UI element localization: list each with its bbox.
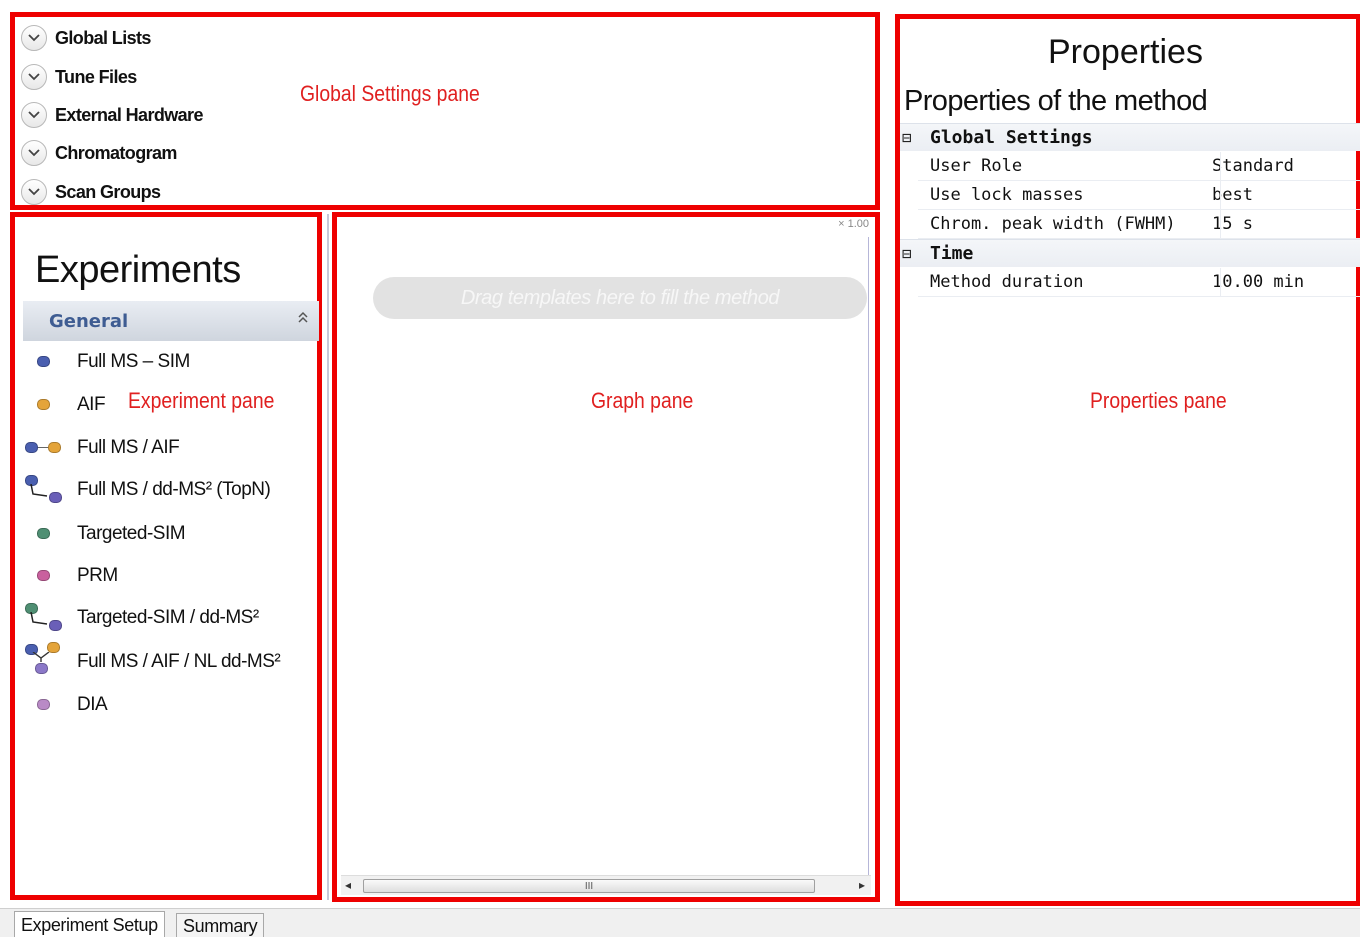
tune-files-label: Tune Files: [55, 66, 137, 87]
bottom-tab-bar: Experiment Setup Summary: [0, 908, 1360, 937]
graph-divider: [868, 237, 869, 887]
property-group-global-settings[interactable]: ⊟ Global Settings: [900, 123, 1360, 151]
scroll-left-arrow-icon[interactable]: ◂: [345, 878, 351, 892]
general-group-label: General: [49, 310, 129, 332]
prm-icon: [25, 561, 77, 591]
property-name: Chrom. peak width (FWHM): [930, 214, 1176, 234]
graph-pane-annotation: Graph pane: [591, 388, 694, 413]
chromatogram-section[interactable]: Chromatogram: [21, 138, 177, 168]
properties-pane-annotation: Properties pane: [1090, 388, 1227, 413]
horizontal-scrollbar[interactable]: ◂ III ▸: [341, 875, 871, 895]
tune-files-section[interactable]: Tune Files: [21, 62, 137, 92]
targeted-sim-dd-ms2-icon: [25, 603, 77, 633]
property-name: Use lock masses: [930, 185, 1084, 205]
property-name: Method duration: [930, 272, 1084, 292]
chevron-down-icon[interactable]: [21, 179, 47, 205]
property-row-use-lock-masses[interactable]: Use lock masses best: [918, 181, 1360, 210]
experiment-label: Full MS – SIM: [77, 351, 190, 372]
full-ms-aif-nl-dd-ms2-icon: [25, 642, 77, 677]
experiment-full-ms-aif-nl-dd-ms2[interactable]: Full MS / AIF / NL dd-MS²: [25, 642, 281, 677]
experiment-prm[interactable]: PRM: [25, 561, 118, 591]
experiment-full-ms-aif[interactable]: Full MS / AIF: [25, 433, 180, 463]
experiment-label: PRM: [77, 565, 118, 586]
chromatogram-label: Chromatogram: [55, 142, 177, 163]
property-value[interactable]: best: [1206, 185, 1253, 205]
property-row-method-duration[interactable]: Method duration 10.00 min: [918, 268, 1360, 297]
experiment-pane: Experiments General Full MS – SIM AIF Fu…: [10, 212, 322, 900]
chevron-down-icon[interactable]: [21, 64, 47, 90]
collapse-icon[interactable]: ⊟: [902, 244, 916, 263]
chevron-down-icon[interactable]: [21, 102, 47, 128]
experiment-dia[interactable]: DIA: [25, 690, 108, 720]
scan-groups-label: Scan Groups: [55, 181, 161, 202]
scan-groups-section[interactable]: Scan Groups: [21, 177, 161, 207]
double-chevron-up-icon[interactable]: [297, 310, 309, 329]
experiments-title: Experiments: [35, 249, 241, 291]
template-drop-zone[interactable]: Drag templates here to fill the method: [373, 277, 867, 319]
property-row-user-role[interactable]: User Role Standard: [918, 152, 1360, 181]
collapse-icon[interactable]: ⊟: [902, 128, 916, 147]
experiment-full-ms-sim[interactable]: Full MS – SIM: [25, 347, 190, 377]
property-name: User Role: [930, 156, 1023, 176]
experiment-label: Targeted-SIM: [77, 523, 186, 544]
full-ms-aif-icon: [25, 433, 77, 463]
global-settings-pane: Global Lists Tune Files External Hardwar…: [10, 12, 880, 210]
tab-label: Experiment Setup: [21, 914, 158, 935]
aif-icon: [25, 390, 77, 420]
chevron-down-icon[interactable]: [21, 25, 47, 51]
properties-title: Properties: [1048, 33, 1203, 71]
drop-zone-hint: Drag templates here to fill the method: [460, 286, 780, 309]
global-lists-section[interactable]: Global Lists: [21, 23, 151, 53]
tab-label: Summary: [183, 915, 258, 936]
property-group-time[interactable]: ⊟ Time: [900, 239, 1360, 267]
zoom-level: × 1.00: [838, 218, 869, 230]
experiment-label: Full MS / AIF: [77, 437, 180, 458]
global-settings-pane-annotation: Global Settings pane: [300, 81, 480, 106]
property-group-label: Global Settings: [930, 127, 1093, 148]
experiment-aif[interactable]: AIF: [25, 390, 106, 420]
scrollbar-grip: III: [584, 880, 594, 892]
property-value[interactable]: 15 s: [1206, 214, 1253, 234]
properties-pane: Properties Properties of the method ⊟ Gl…: [895, 14, 1360, 906]
tab-experiment-setup[interactable]: Experiment Setup: [14, 911, 165, 937]
global-lists-label: Global Lists: [55, 27, 151, 48]
external-hardware-label: External Hardware: [55, 104, 203, 125]
properties-subtitle: Properties of the method: [904, 85, 1208, 117]
chevron-down-icon[interactable]: [21, 140, 47, 166]
scrollbar-thumb[interactable]: III: [363, 879, 815, 893]
experiment-targeted-sim[interactable]: Targeted-SIM: [25, 519, 186, 549]
dia-icon: [25, 690, 77, 720]
experiment-label: DIA: [77, 694, 108, 715]
scroll-right-arrow-icon[interactable]: ▸: [859, 878, 865, 892]
property-row-chrom-peak-width[interactable]: Chrom. peak width (FWHM) 15 s: [918, 210, 1360, 239]
experiment-label: Full MS / AIF / NL dd-MS²: [77, 651, 281, 672]
experiment-full-ms-dd-ms2[interactable]: Full MS / dd-MS² (TopN): [25, 475, 271, 505]
general-group-header[interactable]: General: [23, 301, 319, 341]
external-hardware-section[interactable]: External Hardware: [21, 100, 203, 130]
experiment-label: Full MS / dd-MS² (TopN): [77, 479, 271, 500]
graph-pane: × 1.00 Drag templates here to fill the m…: [332, 212, 880, 902]
full-ms-dd-ms2-icon: [25, 475, 77, 505]
full-ms-sim-icon: [25, 347, 77, 377]
experiment-label: AIF: [77, 394, 106, 415]
property-group-label: Time: [930, 243, 974, 264]
tab-summary[interactable]: Summary: [176, 913, 265, 937]
experiment-targeted-sim-dd-ms2[interactable]: Targeted-SIM / dd-MS²: [25, 603, 259, 633]
experiment-label: Targeted-SIM / dd-MS²: [77, 607, 259, 628]
pane-splitter[interactable]: [327, 214, 329, 900]
targeted-sim-icon: [25, 519, 77, 549]
experiment-pane-annotation: Experiment pane: [128, 388, 275, 413]
